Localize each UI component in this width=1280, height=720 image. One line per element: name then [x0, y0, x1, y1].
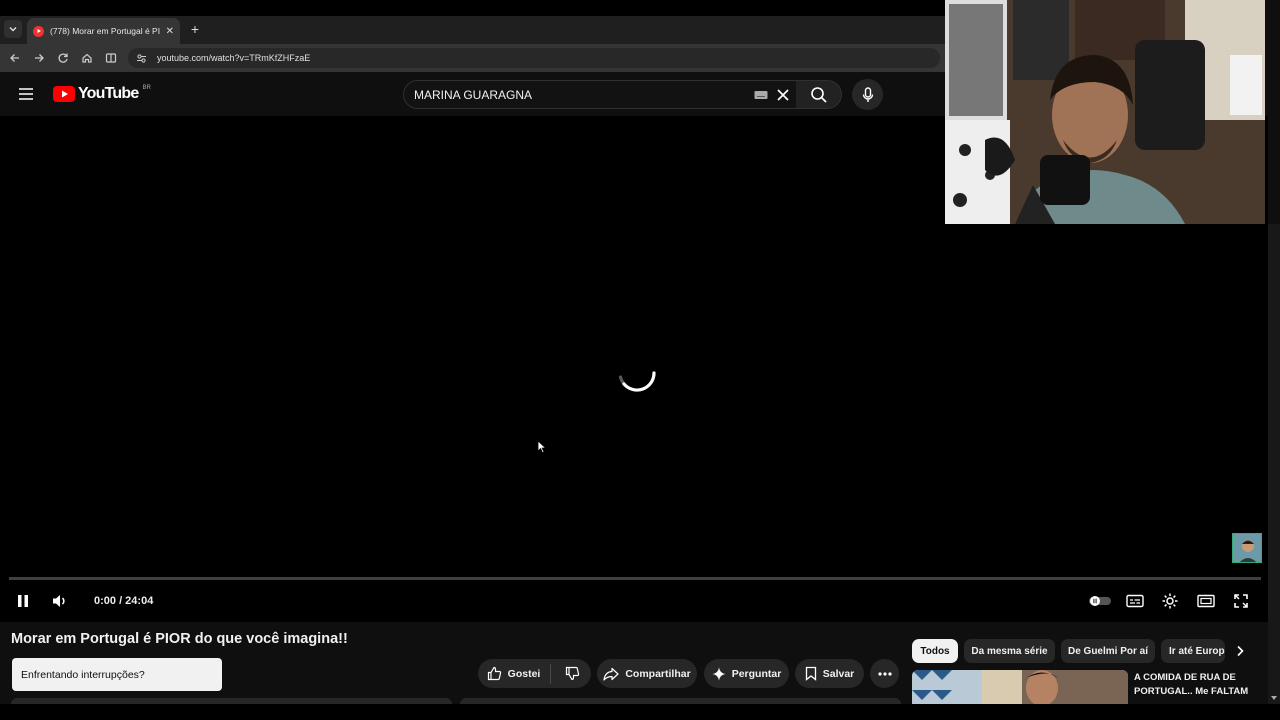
pause-button[interactable] [13, 591, 33, 611]
ask-button[interactable]: Perguntar [704, 659, 789, 688]
bookmark-icon [805, 666, 816, 681]
loading-spinner-icon [618, 371, 656, 392]
ask-label: Perguntar [731, 667, 782, 680]
share-arrow-icon [603, 667, 619, 681]
arrow-left-icon [10, 54, 19, 62]
time-display: 0:00 / 24:04 [94, 595, 154, 607]
browser-tab[interactable]: (778) Morar em Portugal é PIOR ✕ [27, 18, 180, 44]
url-text: youtube.com/watch?v=TRmKfZHFzaE [157, 53, 311, 63]
like-label: Gostei [507, 667, 541, 680]
top-strip [0, 0, 945, 16]
split-view-button[interactable] [103, 50, 119, 66]
dislike-button[interactable] [557, 666, 590, 681]
more-horizontal-icon [877, 671, 892, 676]
webcam-overlay [945, 0, 1265, 224]
tab-title: (778) Morar em Portugal é PIOR [50, 26, 160, 36]
chips-next-button[interactable] [1230, 642, 1250, 660]
save-button[interactable]: Salvar [795, 659, 864, 688]
like-button[interactable]: Gostei [479, 663, 552, 684]
page-scrollbar[interactable] [1268, 224, 1280, 708]
autoplay-toggle-icon [1089, 596, 1111, 606]
chevron-right-icon [1237, 645, 1244, 657]
video-title: Morar em Portugal é PIOR do que você ima… [11, 631, 348, 647]
menu-button[interactable] [17, 86, 35, 102]
youtube-logo[interactable]: YouTube BR [53, 85, 151, 103]
forward-button[interactable] [31, 50, 47, 66]
search-button[interactable] [796, 80, 842, 109]
recommendation-thumbnail[interactable] [912, 670, 1128, 704]
progress-bar[interactable] [9, 577, 1261, 580]
chip-from-channel[interactable]: De Guelmi Por aí [1061, 639, 1155, 663]
volume-icon [53, 595, 65, 607]
toast-text: Enfrentando interrupções? [21, 668, 145, 681]
hamburger-menu-icon [19, 88, 33, 100]
settings-button[interactable] [1160, 591, 1180, 611]
theater-mode-icon [1197, 594, 1215, 608]
bottom-strip [0, 704, 1280, 720]
subtitles-button[interactable] [1125, 591, 1145, 611]
mouse-cursor-icon [537, 440, 547, 454]
fullscreen-icon [1234, 594, 1248, 608]
country-code: BR [142, 85, 151, 91]
pause-icon [18, 595, 28, 607]
channel-watermark-avatar[interactable] [1232, 533, 1262, 563]
search-input[interactable]: MARINA GUARAGNA [403, 80, 797, 109]
more-actions-button[interactable] [870, 659, 899, 688]
close-tab-icon[interactable]: ✕ [166, 26, 174, 37]
subtitles-icon [1126, 594, 1144, 608]
split-view-icon [105, 53, 117, 63]
autoplay-toggle[interactable] [1087, 591, 1113, 611]
chip-europe[interactable]: Ir até Europa [1161, 639, 1225, 663]
reload-button[interactable] [55, 50, 71, 66]
recommendation-title[interactable]: A COMIDA DE RUA DE PORTUGAL.. Me FALTAM [1134, 671, 1260, 699]
save-label: Salvar [822, 667, 855, 680]
youtube-play-logo-icon [53, 86, 75, 102]
new-tab-button[interactable]: + [188, 20, 202, 38]
interruptions-toast[interactable]: Enfrentando interrupções? [12, 658, 222, 691]
clear-search-icon[interactable] [776, 88, 790, 102]
share-button[interactable]: Compartilhar [597, 659, 697, 688]
reload-icon [58, 53, 68, 63]
chip-todos[interactable]: Todos [912, 639, 958, 663]
logo-wordmark: YouTube [78, 85, 139, 102]
keyboard-icon[interactable] [754, 90, 768, 100]
like-dislike-group: Gostei [478, 659, 591, 688]
voice-search-button[interactable] [852, 79, 883, 110]
thumbs-down-icon [566, 666, 580, 681]
tab-list-button[interactable] [4, 20, 22, 38]
site-settings-icon[interactable] [136, 53, 147, 64]
webcam-person-image [945, 0, 1265, 224]
share-label: Compartilhar [625, 667, 691, 680]
microphone-icon [862, 86, 873, 102]
scroll-down-arrow-icon[interactable] [1270, 694, 1278, 702]
home-button[interactable] [79, 50, 95, 66]
fullscreen-button[interactable] [1231, 591, 1251, 611]
arrow-right-icon [35, 54, 44, 62]
sparkle-icon [712, 667, 726, 680]
thumbnail-image [912, 670, 1128, 704]
address-bar[interactable]: youtube.com/watch?v=TRmKfZHFzaE [128, 48, 940, 68]
volume-button[interactable] [50, 591, 70, 611]
person-avatar-icon [1233, 534, 1261, 562]
youtube-favicon-icon [33, 25, 44, 37]
theater-mode-button[interactable] [1196, 591, 1216, 611]
search-icon [810, 86, 827, 103]
search-query: MARINA GUARAGNA [414, 87, 533, 102]
home-icon [82, 53, 92, 63]
thumbs-up-icon [487, 666, 501, 681]
back-button[interactable] [7, 50, 23, 66]
chip-same-series[interactable]: Da mesma série [964, 639, 1055, 663]
chevron-down-icon [9, 27, 17, 32]
gear-icon [1162, 593, 1178, 609]
